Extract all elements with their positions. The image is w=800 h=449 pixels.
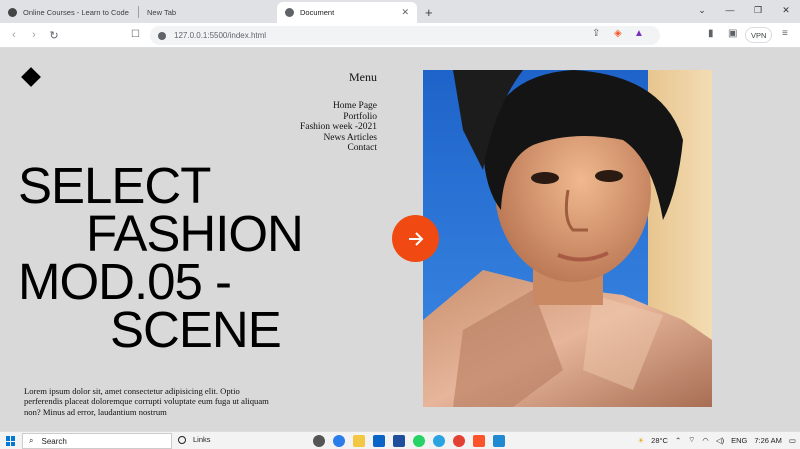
tab-label: Document — [300, 8, 335, 17]
bookmark-icon[interactable]: ☐ — [131, 29, 140, 40]
logo-diamond-icon[interactable] — [21, 67, 41, 87]
chrome-icon[interactable] — [453, 435, 465, 447]
arrow-right-icon — [408, 231, 423, 246]
tab-label: New Tab — [147, 8, 177, 17]
windows-start-icon[interactable] — [6, 436, 16, 446]
nav-link-portfolio[interactable]: Portfolio — [300, 112, 377, 123]
close-window-icon[interactable]: ✕ — [772, 5, 800, 16]
close-tab-icon[interactable]: ✕ — [401, 7, 409, 18]
nav-link-news[interactable]: News Articles — [300, 133, 377, 144]
mail-icon[interactable] — [373, 435, 385, 447]
hero-photo — [423, 70, 712, 407]
tab-search-icon[interactable]: ⌄ — [688, 5, 716, 16]
window-controls: ⌄ — ❐ ✕ — [688, 0, 800, 20]
clock[interactable]: 7:26 AM — [754, 436, 782, 445]
brave-icon[interactable] — [473, 435, 485, 447]
pinned-apps — [313, 435, 505, 447]
vpn-button[interactable]: VPN — [745, 27, 773, 43]
body-text: Lorem ipsum dolor sit, amet consectetur … — [24, 386, 269, 417]
links-widget[interactable]: Links — [178, 435, 211, 444]
notifications-icon[interactable]: ▭ — [789, 436, 796, 445]
site-icon — [8, 8, 17, 17]
weather-text[interactable]: 28°C — [651, 436, 668, 445]
chevron-up-icon[interactable]: ⌃ — [675, 436, 681, 445]
system-tray: ☀ 28°C ⌃ ⌔ ◠ ◁) ENG 7:26 AM ▭ — [637, 435, 796, 445]
vpn-label: VPN — [751, 30, 767, 40]
cortana-icon — [178, 435, 186, 444]
hero-headline: SELECT FASHION MOD.05 - SCENE — [18, 157, 304, 358]
reload-icon[interactable]: ↻ — [44, 29, 64, 42]
volume-icon[interactable]: ◁) — [716, 436, 724, 445]
minimize-icon[interactable]: — — [716, 5, 744, 15]
address-bar[interactable]: 127.0.0.1:5500/index.html — [150, 26, 660, 45]
headline-line-3: MOD.05 - — [18, 253, 232, 310]
url-text: 127.0.0.1:5500/index.html — [174, 31, 267, 40]
wallet-icon[interactable]: ▣ — [728, 28, 737, 39]
portrait-image — [423, 70, 712, 407]
nav-menu: Home Page Portfolio Fashion week -2021 N… — [300, 101, 377, 154]
nav-link-home[interactable]: Home Page — [300, 101, 377, 112]
search-label: Search — [41, 436, 67, 446]
headline-line-4: SCENE — [110, 301, 282, 358]
headline-line-2: FASHION — [86, 205, 304, 262]
tab-document[interactable]: Document ✕ — [277, 2, 417, 23]
telegram-icon[interactable] — [433, 435, 445, 447]
brave-shield-icon[interactable]: ◈ — [614, 28, 622, 39]
taskbar-search[interactable]: ⌕ Search — [22, 433, 172, 449]
nav-link-fashion-week[interactable]: Fashion week -2021 — [300, 122, 377, 133]
sidebar-icon[interactable]: ▮ — [708, 28, 714, 39]
back-icon[interactable]: ‹ — [4, 29, 24, 41]
tab-strip: Online Courses - Learn to Code Any New T… — [0, 0, 800, 23]
tab-online-courses[interactable]: Online Courses - Learn to Code Any — [0, 2, 138, 23]
web-page: Menu Home Page Portfolio Fashion week -2… — [0, 48, 800, 431]
tab-label: Online Courses - Learn to Code Any — [23, 8, 130, 17]
store-icon[interactable] — [393, 435, 405, 447]
vscode-icon[interactable] — [493, 435, 505, 447]
file-explorer-icon[interactable] — [353, 435, 365, 447]
menu-title[interactable]: Menu — [349, 70, 377, 85]
globe-icon — [285, 8, 294, 17]
wifi-icon[interactable]: ◠ — [702, 436, 709, 445]
edge-icon[interactable] — [333, 435, 345, 447]
weather-icon[interactable]: ☀ — [637, 436, 644, 445]
links-label: Links — [193, 435, 211, 444]
search-icon: ⌕ — [29, 436, 34, 445]
nav-link-contact[interactable]: Contact — [300, 143, 377, 154]
headline-line-1: SELECT — [18, 157, 211, 214]
share-icon[interactable]: ⇪ — [592, 28, 600, 39]
next-arrow-button[interactable] — [392, 215, 439, 262]
menu-icon[interactable]: ≡ — [782, 28, 788, 39]
new-tab-button[interactable]: + — [425, 2, 433, 23]
settings-icon[interactable] — [313, 435, 325, 447]
tab-new-tab[interactable]: New Tab — [139, 2, 277, 23]
network-icon[interactable]: ⌔ — [688, 435, 695, 445]
language-indicator[interactable]: ENG — [731, 436, 747, 445]
whatsapp-icon[interactable] — [413, 435, 425, 447]
forward-icon[interactable]: › — [24, 29, 44, 41]
site-info-icon[interactable] — [158, 31, 166, 40]
restore-icon[interactable]: ❐ — [744, 5, 772, 16]
toolbar: ‹ › ↻ ☐ 127.0.0.1:5500/index.html ⇪ ◈ ▲ … — [0, 23, 800, 48]
taskbar: ⌕ Search Links ☀ 28°C ⌃ ⌔ ◠ ◁) ENG 7:26 … — [0, 431, 800, 449]
rewards-icon[interactable]: ▲ — [634, 28, 644, 39]
